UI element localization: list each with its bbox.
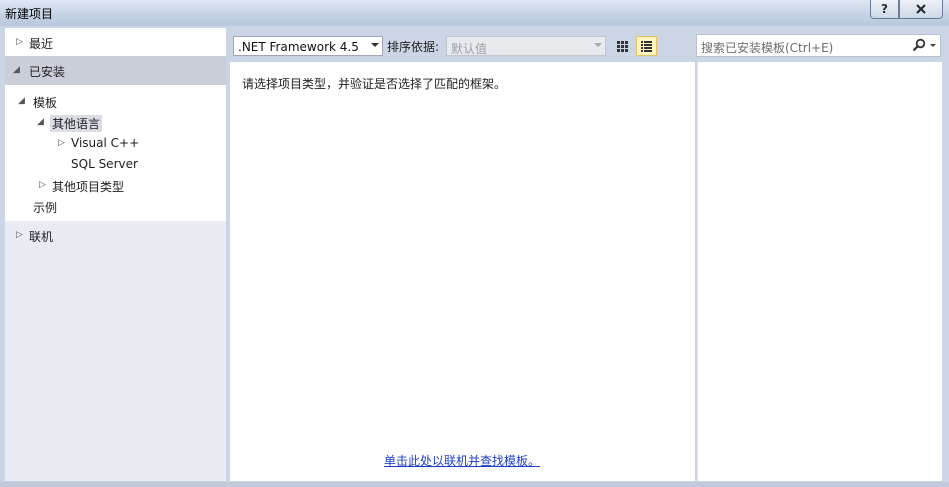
tree-item-label: 最近 bbox=[29, 37, 54, 51]
dropdown-arrow-icon[interactable] bbox=[930, 44, 936, 47]
expand-arrow-icon: ▷ bbox=[16, 37, 23, 47]
template-tree-panel: ▷ 最近 ◢ 已安装 ◢ 模板 ◢ 其他语言 ▷ Visual C++ SQL … bbox=[5, 28, 226, 481]
tree-item-label: 联机 bbox=[29, 230, 54, 244]
template-details-panel bbox=[697, 62, 942, 481]
tree-item-recent[interactable]: ▷ 最近 bbox=[5, 28, 226, 56]
framework-value: .NET Framework 4.5 bbox=[238, 40, 359, 54]
dialog-bottom-edge bbox=[0, 482, 949, 487]
tree-item-visual-cpp[interactable]: ▷ Visual C++ bbox=[5, 133, 226, 154]
find-templates-online-link[interactable]: 单击此处以联机并查找模板。 bbox=[384, 452, 540, 469]
help-icon: ? bbox=[881, 2, 888, 16]
tree-item-label: SQL Server bbox=[71, 157, 138, 171]
tree-item-templates[interactable]: ◢ 模板 bbox=[5, 91, 226, 112]
sort-value: 默认值 bbox=[451, 42, 488, 56]
dropdown-arrow-icon bbox=[371, 43, 379, 47]
search-installed-templates-input[interactable]: 搜索已安装模板(Ctrl+E) bbox=[696, 34, 941, 57]
small-icons-view-button[interactable] bbox=[612, 36, 633, 56]
tree-installed-block: ◢ 模板 ◢ 其他语言 ▷ Visual C++ SQL Server ▷ 其他… bbox=[5, 85, 226, 221]
search-placeholder: 搜索已安装模板(Ctrl+E) bbox=[701, 41, 834, 55]
tree-item-label: 其他项目类型 bbox=[52, 180, 125, 194]
small-icons-view-icon bbox=[617, 40, 628, 52]
close-button[interactable] bbox=[899, 0, 943, 19]
tree-item-installed[interactable]: ◢ 已安装 bbox=[5, 56, 226, 85]
title-bar: 新建项目 ? bbox=[0, 0, 949, 26]
collapse-arrow-icon: ◢ bbox=[37, 117, 44, 127]
tree-item-label: Visual C++ bbox=[71, 136, 140, 150]
tree-item-samples[interactable]: 示例 bbox=[5, 196, 226, 217]
template-toolbar: .NET Framework 4.5 排序依据: 默认值 bbox=[230, 34, 695, 58]
tree-item-online[interactable]: ▷ 联机 bbox=[5, 221, 226, 249]
tree-top-block: ▷ 最近 bbox=[5, 28, 226, 56]
select-project-type-message: 请选择项目类型，并验证是否选择了匹配的框架。 bbox=[242, 77, 507, 91]
collapse-arrow-icon: ◢ bbox=[18, 96, 25, 106]
dropdown-arrow-icon bbox=[594, 43, 602, 47]
list-view-button[interactable] bbox=[636, 36, 657, 56]
sort-label: 排序依据: bbox=[387, 40, 440, 54]
expand-arrow-icon: ▷ bbox=[39, 180, 46, 190]
close-icon bbox=[916, 4, 926, 14]
list-view-icon bbox=[641, 40, 652, 52]
tree-item-label: 已安装 bbox=[29, 65, 66, 79]
help-button[interactable]: ? bbox=[870, 0, 899, 19]
tree-item-other-project-types[interactable]: ▷ 其他项目类型 bbox=[5, 175, 226, 196]
tree-item-label: 示例 bbox=[33, 201, 58, 215]
sort-select[interactable]: 默认值 bbox=[446, 36, 606, 56]
framework-select[interactable]: .NET Framework 4.5 bbox=[233, 36, 383, 56]
tree-item-label: 其他语言 bbox=[50, 115, 103, 132]
expand-arrow-icon: ▷ bbox=[16, 230, 23, 240]
tree-item-label: 模板 bbox=[33, 96, 58, 110]
search-icon[interactable] bbox=[912, 38, 926, 52]
template-list-area: 请选择项目类型，并验证是否选择了匹配的框架。 单击此处以联机并查找模板。 bbox=[230, 62, 695, 481]
window-title: 新建项目 bbox=[5, 7, 54, 21]
collapse-arrow-icon: ◢ bbox=[13, 65, 20, 75]
tree-item-sql-server[interactable]: SQL Server bbox=[5, 154, 226, 175]
expand-arrow-icon: ▷ bbox=[58, 138, 65, 148]
tree-item-other-languages[interactable]: ◢ 其他语言 bbox=[5, 112, 226, 133]
